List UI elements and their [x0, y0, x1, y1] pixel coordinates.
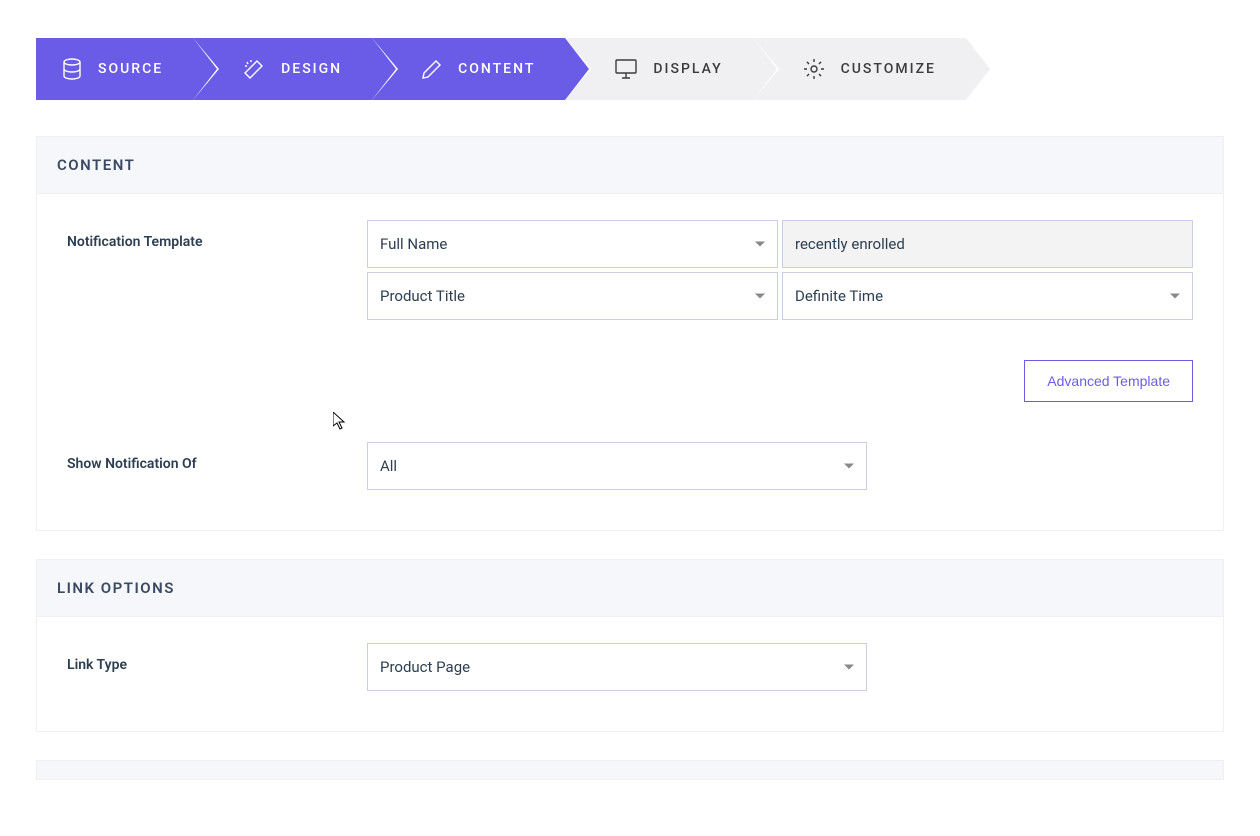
link-type-label: Link Type: [67, 643, 367, 673]
template-var1-select[interactable]: Full Name: [367, 220, 778, 268]
step-label: SOURCE: [98, 61, 163, 77]
select-value: Product Page: [380, 658, 470, 676]
select-value: Full Name: [380, 235, 447, 253]
notification-template-row: Notification Template Full Name recently…: [67, 220, 1193, 402]
link-options-panel: LINK OPTIONS Link Type Product Page: [36, 559, 1224, 732]
template-var3-select[interactable]: Definite Time: [782, 272, 1193, 320]
content-panel-title: CONTENT: [37, 137, 1223, 194]
step-display[interactable]: DISPLAY: [565, 38, 752, 100]
input-value: recently enrolled: [795, 235, 905, 253]
monitor-icon: [615, 59, 637, 79]
link-type-row: Link Type Product Page: [67, 643, 1193, 691]
content-panel: CONTENT Notification Template Full Name …: [36, 136, 1224, 531]
link-type-select[interactable]: Product Page: [367, 643, 867, 691]
link-options-panel-title: LINK OPTIONS: [37, 560, 1223, 617]
step-label: CUSTOMIZE: [841, 61, 936, 77]
step-label: DISPLAY: [653, 61, 722, 77]
select-value: Definite Time: [795, 287, 883, 305]
page-container: SOURCE DESIGN CONTENT: [0, 38, 1260, 780]
database-icon: [62, 58, 82, 80]
step-design[interactable]: DESIGN: [193, 38, 372, 100]
wand-icon: [243, 58, 265, 80]
step-label: CONTENT: [458, 61, 535, 77]
step-customize[interactable]: CUSTOMIZE: [753, 38, 966, 100]
notification-template-label: Notification Template: [67, 220, 367, 250]
chevron-down-icon: [755, 294, 765, 299]
advanced-template-button[interactable]: Advanced Template: [1024, 360, 1193, 402]
select-value: Product Title: [380, 287, 465, 305]
template-text-input[interactable]: recently enrolled: [782, 220, 1193, 268]
show-notification-of-row: Show Notification Of All: [67, 442, 1193, 490]
chevron-down-icon: [844, 665, 854, 670]
next-panel-stub: [36, 760, 1224, 780]
progress-stepper: SOURCE DESIGN CONTENT: [36, 38, 1224, 100]
select-value: All: [380, 457, 397, 475]
chevron-down-icon: [755, 242, 765, 247]
step-label: DESIGN: [281, 61, 342, 77]
show-notification-of-select[interactable]: All: [367, 442, 867, 490]
gear-icon: [803, 58, 825, 80]
chevron-down-icon: [1170, 294, 1180, 299]
pencil-icon: [422, 59, 442, 79]
show-notification-of-label: Show Notification Of: [67, 442, 367, 472]
step-source[interactable]: SOURCE: [36, 38, 193, 100]
step-content[interactable]: CONTENT: [372, 38, 565, 100]
template-var2-select[interactable]: Product Title: [367, 272, 778, 320]
chevron-down-icon: [844, 464, 854, 469]
